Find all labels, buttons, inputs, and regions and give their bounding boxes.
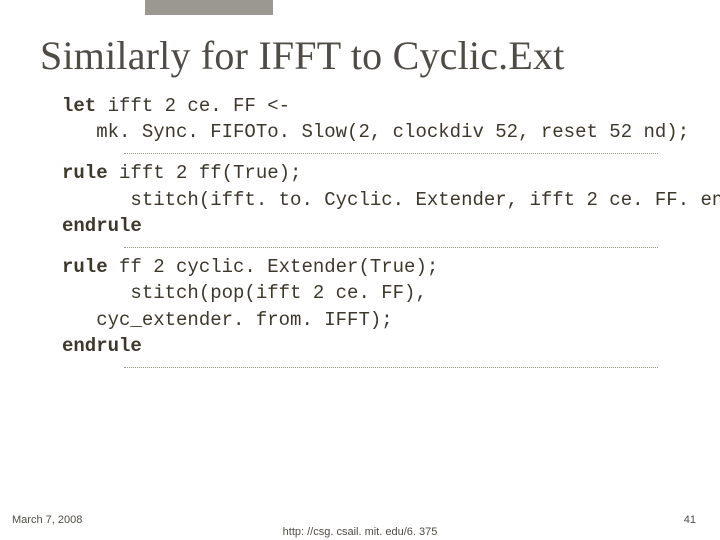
top-accent-bar [145,0,273,15]
slide-title: Similarly for IFFT to Cyclic.Ext [0,0,720,87]
code-line: stitch(pop(ifft 2 ce. FF), [62,282,427,304]
code-block-rule-2: rule ff 2 cyclic. Extender(True); stitch… [62,254,720,359]
code-line: cyc_extender. from. IFFT); [62,309,393,331]
slide-body: let ifft 2 ce. FF <- mk. Sync. FIFOTo. S… [0,93,720,368]
keyword-endrule: endrule [62,335,142,357]
code-line: ff 2 cyclic. Extender(True); [108,256,439,278]
code-line: stitch(ifft. to. Cyclic. Extender, ifft … [62,189,720,211]
keyword-let: let [62,95,96,117]
footer-date: March 7, 2008 [12,514,82,526]
keyword-endrule: endrule [62,215,142,237]
code-line: mk. Sync. FIFOTo. Slow(2, clockdiv 52, r… [62,121,689,143]
code-block-rule-1: rule ifft 2 ff(True); stitch(ifft. to. C… [62,160,720,239]
divider [124,367,658,368]
slide-number: 41 [684,514,696,526]
keyword-rule: rule [62,256,108,278]
divider [124,247,658,248]
divider [124,153,658,154]
code-line: ifft 2 ce. FF <- [96,95,290,117]
code-block-let: let ifft 2 ce. FF <- mk. Sync. FIFOTo. S… [62,93,720,145]
keyword-rule: rule [62,162,108,184]
code-line: ifft 2 ff(True); [108,162,302,184]
footer-url: http: //csg. csail. mit. edu/6. 375 [0,526,720,538]
